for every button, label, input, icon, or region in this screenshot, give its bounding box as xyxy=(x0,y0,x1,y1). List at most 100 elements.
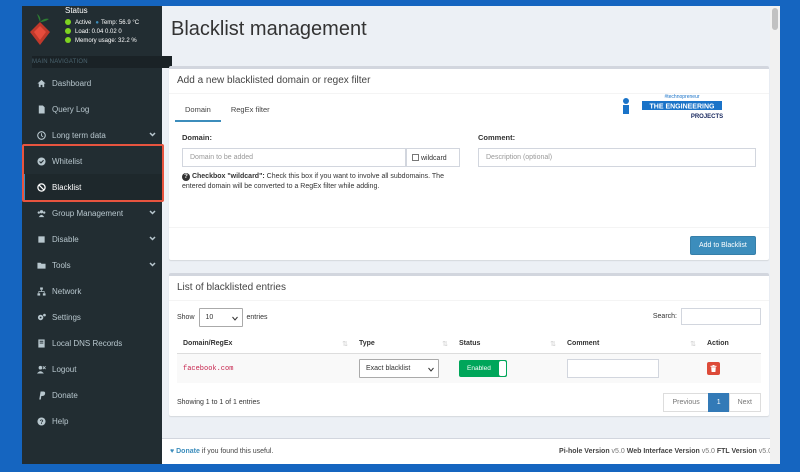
column-header-type[interactable]: Type ⇅ xyxy=(353,334,453,354)
blacklist-entries-box: List of blacklisted entries Show 10 entr… xyxy=(169,273,769,416)
sidebar-item-help[interactable]: ? Help xyxy=(22,408,162,434)
list-box-header: List of blacklisted entries xyxy=(169,276,769,301)
type-select[interactable]: Exact blacklist xyxy=(359,359,439,378)
pagination-previous[interactable]: Previous xyxy=(663,393,709,412)
dns-icon xyxy=(36,338,46,348)
heart-icon: ♥ xyxy=(170,448,175,455)
sidebar-item-local-dns-records[interactable]: Local DNS Records xyxy=(22,330,162,356)
sort-icon: ⇅ xyxy=(550,341,556,348)
pagination: Previous 1 Next xyxy=(663,393,761,412)
status-active-line: Active ● Temp: 56.9 °C xyxy=(65,19,139,26)
chevron-down-icon xyxy=(231,316,238,321)
comment-label: Comment: xyxy=(478,133,516,142)
sidebar-item-disable[interactable]: Disable xyxy=(22,226,162,252)
history-icon xyxy=(36,130,46,140)
chevron-down-icon xyxy=(428,367,434,372)
home-icon xyxy=(36,78,46,88)
scrollbar-thumb[interactable] xyxy=(772,8,778,30)
watermark-line2: PROJECTS xyxy=(691,114,723,120)
table-header-row: Domain/RegEx ⇅ Type ⇅ Status ⇅ Comment ⇅ Act… xyxy=(177,334,761,354)
add-to-blacklist-button[interactable]: Add to Blacklist xyxy=(690,236,756,255)
comment-cell-input[interactable] xyxy=(567,359,659,378)
main-navigation-label: MAIN NAVIGATION xyxy=(32,56,172,68)
entries-per-page-select[interactable]: 10 xyxy=(198,308,243,327)
pihole-logo-icon xyxy=(30,14,50,45)
sidebar-menu: Dashboard Query Log Long term data White… xyxy=(22,70,162,434)
sidebar-item-whitelist[interactable]: Whitelist xyxy=(22,148,162,174)
status-panel: Status Active ● Temp: 56.9 °C Load: 0.04 0… xyxy=(22,6,162,54)
domain-cell: facebook.com xyxy=(183,364,234,373)
blacklist-table: Domain/RegEx ⇅ Type ⇅ Status ⇅ Comment ⇅ Act… xyxy=(177,334,761,383)
sort-icon: ⇅ xyxy=(442,341,448,348)
gears-icon xyxy=(36,312,46,322)
sidebar-item-group-management[interactable]: Group Management xyxy=(22,200,162,226)
user-times-icon xyxy=(36,364,46,374)
stop-icon xyxy=(36,234,46,244)
paypal-icon xyxy=(36,390,46,400)
sidebar-item-tools[interactable]: Tools xyxy=(22,252,162,278)
tab-domain[interactable]: Domain xyxy=(175,99,221,122)
file-icon xyxy=(36,104,46,114)
wildcard-checkbox[interactable] xyxy=(412,154,419,161)
table-info: Showing 1 to 1 of 1 entries xyxy=(177,399,260,406)
svg-text:?: ? xyxy=(39,418,43,425)
status-load-line: Load: 0.04 0.02 0 xyxy=(65,28,122,35)
sidebar-item-network[interactable]: Network xyxy=(22,278,162,304)
tab-regex-filter[interactable]: RegEx filter xyxy=(221,99,280,122)
sidebar: Status Active ● Temp: 56.9 °C Load: 0.04 0… xyxy=(22,6,172,464)
sort-icon: ⇅ xyxy=(342,341,348,348)
sidebar-item-dashboard[interactable]: Dashboard xyxy=(22,70,162,96)
main-content: Blacklist management Add a new blacklist… xyxy=(162,6,780,464)
delete-button[interactable] xyxy=(707,362,720,375)
version-info: Pi-hole Version v5.0 Web Interface Versi… xyxy=(559,448,772,455)
wildcard-help-text: ? Checkbox "wildcard": Check this box if… xyxy=(182,173,444,190)
page-footer: ♥ Donate if you found this useful. Pi-ho… xyxy=(162,438,780,464)
donate-link[interactable]: Donate xyxy=(176,448,200,455)
column-header-domain[interactable]: Domain/RegEx ⇅ xyxy=(177,334,353,354)
domain-input[interactable]: Domain to be added xyxy=(182,148,406,167)
wildcard-addon: wildcard xyxy=(406,148,460,167)
toggle-knob xyxy=(499,361,506,376)
column-header-status[interactable]: Status ⇅ xyxy=(453,334,561,354)
sidebar-item-donate[interactable]: Donate xyxy=(22,382,162,408)
column-header-comment[interactable]: Comment ⇅ xyxy=(561,334,701,354)
watermark-line1: THE ENGINEERING xyxy=(650,104,716,111)
sidebar-item-long-term-data[interactable]: Long term data xyxy=(22,122,162,148)
chevron-down-icon xyxy=(149,209,156,216)
table-row: facebook.com Exact blacklist Enabled xyxy=(177,353,761,383)
pagination-next[interactable]: Next xyxy=(728,393,761,412)
page-title: Blacklist management xyxy=(171,18,367,40)
comment-input[interactable]: Description (optional) xyxy=(478,148,756,167)
status-title: Status xyxy=(65,6,88,15)
search-input[interactable] xyxy=(681,308,761,325)
ban-icon xyxy=(36,182,46,192)
sidebar-item-blacklist[interactable]: Blacklist xyxy=(22,174,162,200)
check-circle-icon xyxy=(36,156,46,166)
pagination-page-1[interactable]: 1 xyxy=(707,393,730,412)
engineering-projects-logo-icon: #technopreneur THE ENGINEERING PROJECTS xyxy=(623,94,723,120)
load-dot-icon xyxy=(65,28,71,34)
question-circle-icon: ? xyxy=(36,416,46,426)
temp-icon: ● xyxy=(95,20,99,26)
active-dot-icon xyxy=(65,19,71,25)
column-header-action: Action xyxy=(701,334,761,354)
chevron-down-icon xyxy=(149,131,156,138)
sidebar-item-query-log[interactable]: Query Log xyxy=(22,96,162,122)
folder-icon xyxy=(36,260,46,270)
status-toggle[interactable]: Enabled xyxy=(459,360,507,377)
domain-label: Domain: xyxy=(182,133,212,142)
sidebar-item-logout[interactable]: Logout xyxy=(22,356,162,382)
sort-icon: ⇅ xyxy=(690,341,696,348)
memory-dot-icon xyxy=(65,37,71,43)
add-blacklist-box: Add a new blacklisted domain or regex fi… xyxy=(169,66,769,260)
add-box-header: Add a new blacklisted domain or regex fi… xyxy=(169,69,769,94)
chevron-down-icon xyxy=(149,235,156,242)
watermark-tag: #technopreneur xyxy=(664,94,699,100)
add-box-footer-divider xyxy=(169,227,769,228)
trash-icon xyxy=(710,365,717,372)
entries-length-control: Show 10 entries xyxy=(177,308,268,327)
network-icon xyxy=(36,286,46,296)
search-control: Search: xyxy=(653,308,761,325)
vertical-scrollbar[interactable] xyxy=(770,6,780,464)
sidebar-item-settings[interactable]: Settings xyxy=(22,304,162,330)
